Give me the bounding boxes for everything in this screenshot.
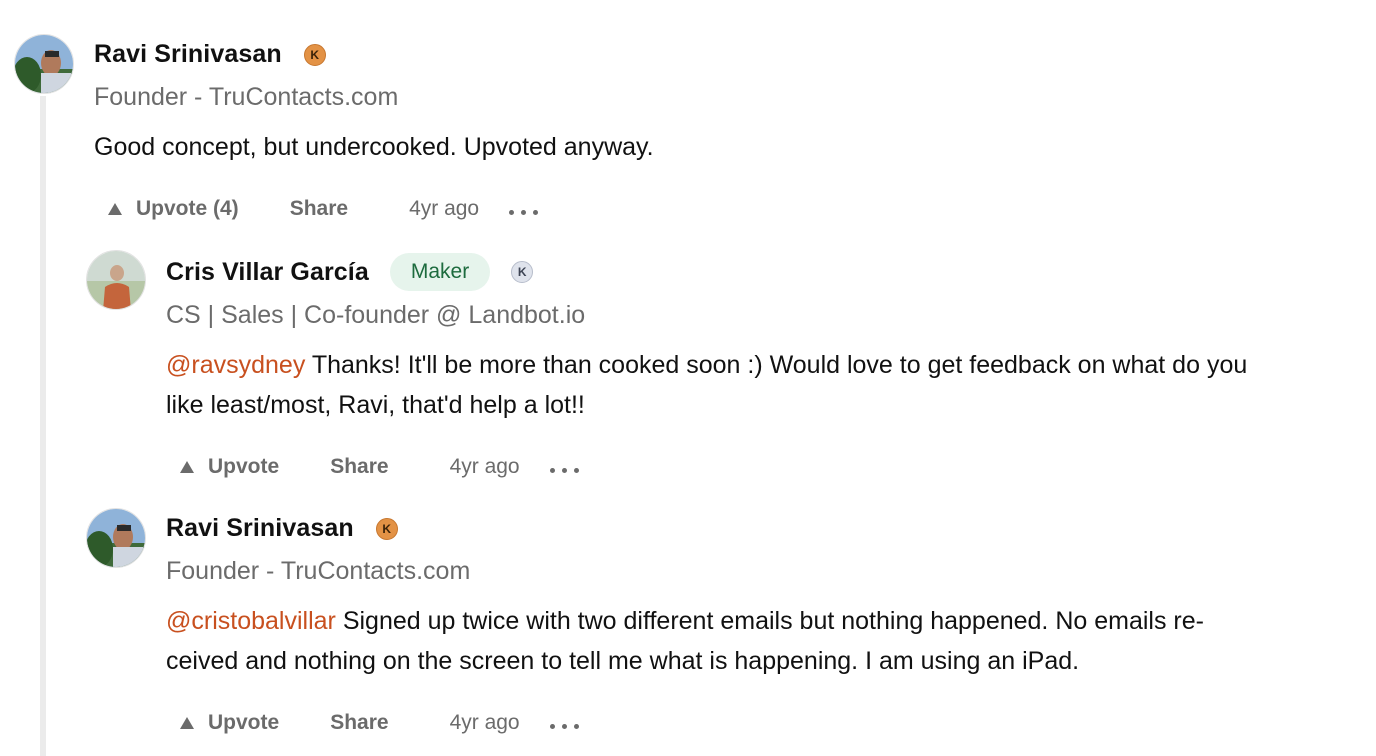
- avatar[interactable]: [86, 508, 146, 568]
- upvote-button[interactable]: Upvote (4): [108, 197, 239, 221]
- comment-text: Good concept, but undercooked. Upvoted a…: [94, 133, 654, 161]
- author-name[interactable]: Cris Villar García: [166, 258, 369, 287]
- author-name[interactable]: Ravi Srinivasan: [94, 40, 282, 69]
- mention-link[interactable]: @ravsydney: [166, 351, 305, 379]
- comment-body: Good concept, but undercooked. Upvoted a…: [94, 127, 654, 167]
- share-button[interactable]: Share: [330, 711, 388, 735]
- comment-text: Thanks! It'll be more than cooked soon :…: [305, 351, 1248, 379]
- timestamp[interactable]: 4yr ago: [409, 197, 479, 221]
- author-headline: Founder - TruContacts.com: [94, 83, 399, 111]
- author-headline: CS | Sales | Co-founder @ Landbot.io: [166, 301, 586, 329]
- karma-badge-icon: K: [303, 43, 326, 66]
- comment-actions: Upvote Share 4yr ago: [180, 455, 579, 479]
- mention-link[interactable]: @cristobalvillar: [166, 607, 336, 635]
- timestamp[interactable]: 4yr ago: [450, 455, 520, 479]
- upvote-label: Upvote: [208, 455, 280, 478]
- avatar[interactable]: [86, 250, 146, 310]
- upvote-button[interactable]: Upvote: [180, 455, 279, 479]
- karma-badge-icon: K: [375, 517, 398, 540]
- author-name[interactable]: Ravi Srinivasan: [166, 514, 354, 543]
- comment-text: Signed up twice with two different email…: [335, 607, 1204, 635]
- comment-actions: Upvote Share 4yr ago: [180, 711, 579, 735]
- comment-text: like least/most, Ravi, that'd help a lot…: [166, 391, 585, 419]
- share-button[interactable]: Share: [330, 455, 388, 479]
- comment-text: ceived and nothing on the screen to tell…: [166, 647, 1080, 675]
- comment-actions: Upvote (4) Share 4yr ago: [108, 197, 539, 221]
- upvote-triangle-icon: [180, 461, 194, 473]
- avatar[interactable]: [14, 34, 74, 94]
- share-button[interactable]: Share: [290, 197, 348, 221]
- upvote-label: Upvote: [208, 711, 280, 734]
- author-headline: Founder - TruContacts.com: [166, 557, 471, 585]
- more-options-icon[interactable]: [549, 467, 579, 473]
- upvote-label: Upvote (4): [136, 197, 239, 220]
- more-options-icon[interactable]: [509, 209, 539, 215]
- maker-badge: Maker: [389, 253, 491, 291]
- upvote-triangle-icon: [180, 717, 194, 729]
- thread-line: [40, 96, 46, 756]
- upvote-triangle-icon: [108, 203, 122, 215]
- comment-body: @ravsydney Thanks! It'll be more than co…: [166, 345, 1356, 425]
- more-options-icon[interactable]: [549, 723, 579, 729]
- timestamp[interactable]: 4yr ago: [450, 711, 520, 735]
- comment-body: @cristobalvillar Signed up twice with tw…: [166, 601, 1356, 681]
- karma-badge-icon: K: [511, 261, 534, 283]
- upvote-button[interactable]: Upvote: [180, 711, 279, 735]
